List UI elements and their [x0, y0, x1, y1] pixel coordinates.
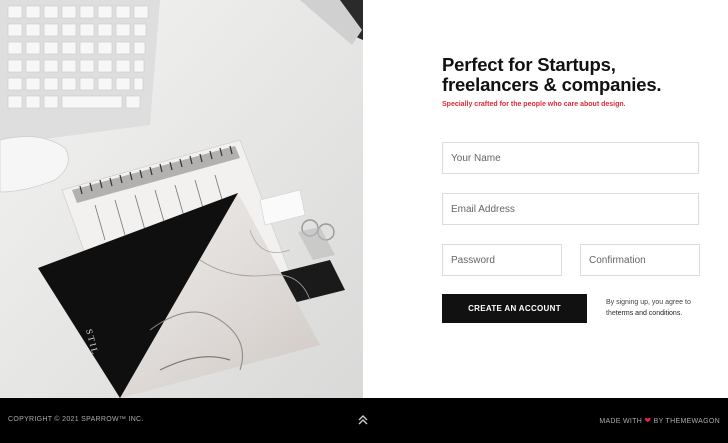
keyboard-image [0, 0, 160, 145]
made-with-text: MADE WITH [599, 418, 643, 425]
signup-panel: Perfect for Startups, freelancers & comp… [363, 0, 728, 398]
themewagon-link[interactable]: BY THEMEWAGON [654, 418, 720, 425]
footer: COPYRIGHT © 2021 SPARROW™ INC. MADE WITH… [0, 398, 728, 443]
copyright-text: COPYRIGHT © 2021 SPARROW™ INC. [8, 416, 144, 423]
scroll-to-top-button[interactable] [355, 412, 371, 428]
create-account-button[interactable]: CREATE AN ACCOUNT [442, 294, 587, 323]
title-line-1: Perfect for Startups, [442, 54, 616, 75]
password-input[interactable] [442, 244, 562, 276]
made-with-credit: MADE WITH ❤ BY THEMEWAGON [599, 416, 720, 425]
desk-photo: STIL [0, 0, 363, 398]
hero-section: STIL Perfect for Startups, freelancers &… [0, 0, 728, 398]
double-chevron-up-icon [358, 415, 368, 425]
email-input[interactable] [442, 193, 699, 225]
confirmation-input[interactable] [580, 244, 700, 276]
page-subtitle: Specially crafted for the people who car… [442, 101, 626, 108]
name-input[interactable] [442, 142, 699, 174]
terms-notice: By signing up, you agree to theterms and… [606, 297, 706, 319]
title-line-2: freelancers & companies. [442, 74, 662, 95]
heart-icon: ❤ [644, 416, 652, 425]
terms-link[interactable]: terms and conditions. [616, 310, 683, 317]
page-title: Perfect for Startups, freelancers & comp… [442, 54, 662, 95]
